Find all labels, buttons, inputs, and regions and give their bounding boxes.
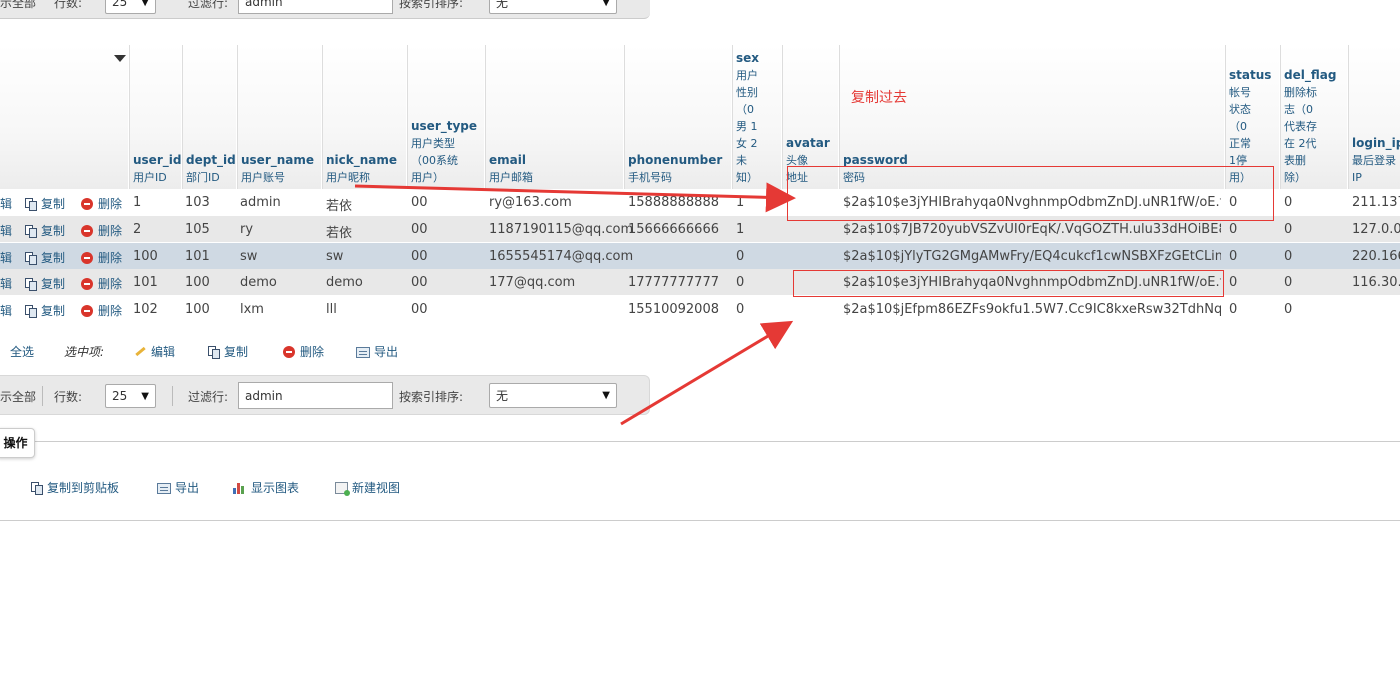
annotation-arrow — [354, 182, 796, 213]
annotation-arrows — [354, 182, 796, 426]
annotation-arrow — [620, 320, 794, 426]
